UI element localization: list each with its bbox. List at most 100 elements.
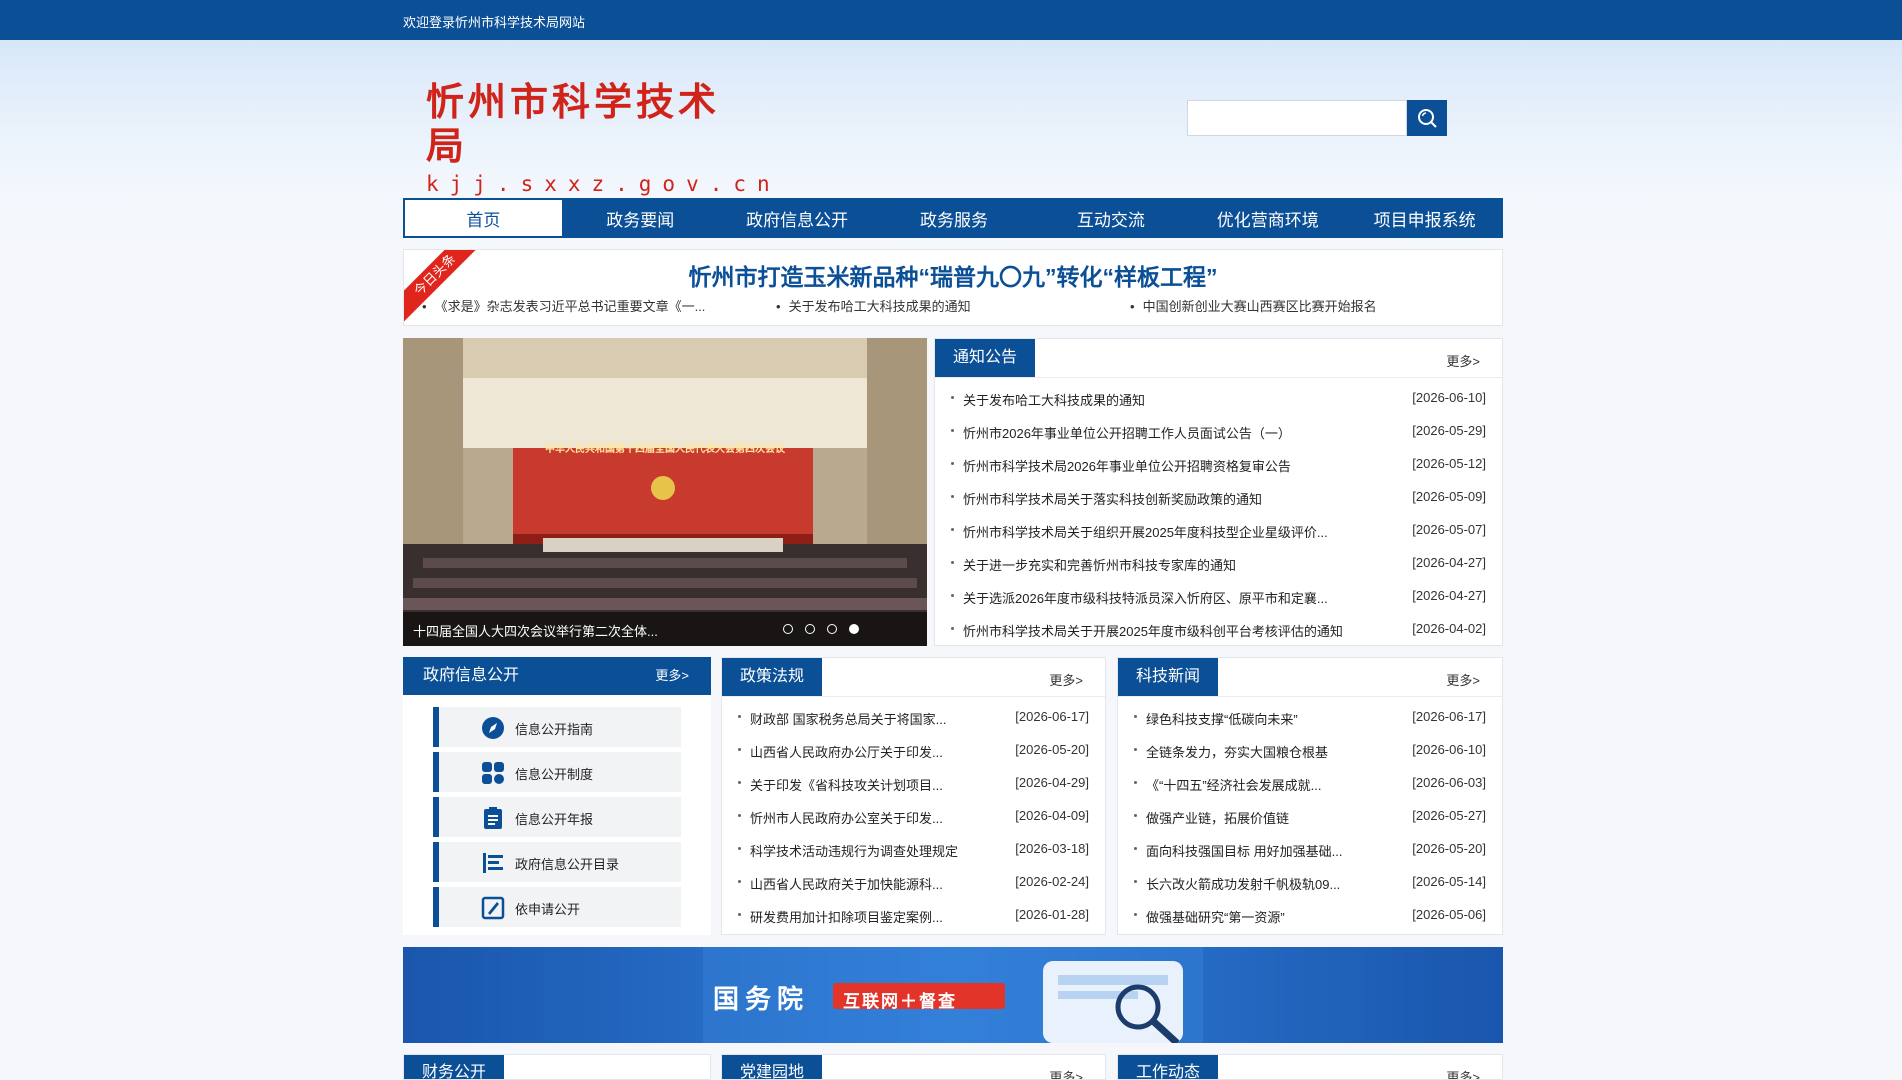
nav-gov-info[interactable]: 政府信息公开 [719,198,876,238]
tech-news-more-link[interactable]: 更多> [1446,670,1480,689]
slider-dot[interactable] [783,624,793,634]
list-item[interactable]: 财政部 国家税务总局关于将国家... [2026-06-17] [722,701,1105,734]
item-title: 做强产业链，拓展价值链 [1146,811,1290,826]
list-item[interactable]: 面向科技强国目标 用好加强基础... [2026-05-20] [1118,833,1502,866]
item-title: 财政部 国家税务总局关于将国家... [750,712,947,727]
finance-tab[interactable]: 财务公开 [404,1055,505,1079]
list-item[interactable]: 忻州市科学技术局关于组织开展2025年度科技型企业星级评价... [2026-05… [935,514,1502,547]
headline-item[interactable]: 《求是》杂志发表习近平总书记重要文章《一... [422,296,706,315]
search-button[interactable] [1407,100,1447,136]
gov-info-item[interactable]: 信息公开指南 [433,707,681,747]
gov-info-label: 政府信息公开目录 [515,857,620,872]
list-item[interactable]: 科学技术活动违规行为调查处理规定 [2026-03-18] [722,833,1105,866]
work-news-panel: 工作动态 更多> [1117,1054,1503,1080]
list-item[interactable]: 忻州市科学技术局关于落实科技创新奖励政策的通知 [2026-05-09] [935,481,1502,514]
tech-news-header: 科技新闻 更多> [1118,658,1502,697]
logo-title: 忻州市科学技术局 [426,79,721,168]
item-date: [2026-06-03] [1412,775,1486,790]
item-date: [2026-05-06] [1412,907,1486,922]
tech-news-tab[interactable]: 科技新闻 [1118,658,1219,696]
nav-interaction[interactable]: 互动交流 [1032,198,1189,238]
policy-more-link[interactable]: 更多> [1049,670,1083,689]
gov-info-label: 依申请公开 [515,902,581,917]
nav-news[interactable]: 政务要闻 [562,198,719,238]
item-date: [2026-05-07] [1412,522,1486,537]
item-title: 关于发布哈工大科技成果的通知 [963,393,1146,408]
headline-title[interactable]: 忻州市打造玉米新品种“瑞普九〇九”转化“样板工程” [404,258,1502,292]
list-item[interactable]: 忻州市科学技术局2026年事业单位公开招聘资格复审公告 [2026-05-12] [935,448,1502,481]
work-news-more-link[interactable]: 更多> [1446,1067,1480,1079]
item-title: 忻州市科学技术局关于开展2025年度市级科创平台考核评估的通知 [963,624,1343,639]
gov-supervision-banner[interactable]: 国务院 互联网＋督查 [403,947,1503,1043]
item-date: [2026-03-18] [1015,841,1089,856]
item-date: [2026-05-09] [1412,489,1486,504]
tech-news-panel: 科技新闻 更多> 绿色科技支撑“低碳向未来” [2026-06-17] 全链条发力… [1117,657,1503,935]
gov-info-label: 信息公开制度 [515,767,594,782]
item-title: 科学技术活动违规行为调查处理规定 [750,844,959,859]
policy-tab[interactable]: 政策法规 [722,658,823,696]
nav-business-env[interactable]: 优化营商环境 [1189,198,1346,238]
gov-info-item[interactable]: 信息公开年报 [433,797,681,837]
list-item[interactable]: 忻州市2026年事业单位公开招聘工作人员面试公告（一） [2026-05-29] [935,415,1502,448]
search-input[interactable] [1187,100,1407,136]
item-date: [2026-04-27] [1412,555,1486,570]
party-more-link[interactable]: 更多> [1049,1067,1083,1079]
list-item[interactable]: 研发费用加计扣除项目鉴定案例... [2026-01-28] [722,899,1105,932]
slider-caption[interactable]: 十四届全国人大四次会议举行第二次全体... [413,621,658,640]
tech-news-list: 绿色科技支撑“低碳向未来” [2026-06-17] 全链条发力，夯实大国粮仓根基… [1118,701,1502,932]
policy-panel: 政策法规 更多> 财政部 国家税务总局关于将国家... [2026-06-17] … [721,657,1106,935]
list-item[interactable]: 做强产业链，拓展价值链 [2026-05-27] [1118,800,1502,833]
list-item[interactable]: 绿色科技支撑“低碳向未来” [2026-06-17] [1118,701,1502,734]
item-title: 忻州市科学技术局2026年事业单位公开招聘资格复审公告 [963,459,1291,474]
list-item[interactable]: 关于选派2026年度市级科技特派员深入忻府区、原平市和定襄... [2026-04… [935,580,1502,613]
nav-services[interactable]: 政务服务 [876,198,1033,238]
edit-icon [481,896,505,920]
gov-info-item[interactable]: 政府信息公开目录 [433,842,681,882]
notice-more-link[interactable]: 更多> [1446,351,1480,370]
item-date: [2026-04-29] [1015,775,1089,790]
slider-dot-active[interactable] [849,624,859,634]
list-item[interactable]: 《“十四五”经济社会发展成就... [2026-06-03] [1118,767,1502,800]
gov-info-more-link[interactable]: 更多> [655,657,689,695]
list-item[interactable]: 做强基础研究“第一资源” [2026-05-06] [1118,899,1502,932]
item-date: [2026-05-20] [1015,742,1089,757]
list-item[interactable]: 山西省人民政府办公厅关于印发... [2026-05-20] [722,734,1105,767]
list-item[interactable]: 关于印发《省科技攻关计划项目... [2026-04-29] [722,767,1105,800]
item-date: [2026-02-24] [1015,874,1089,889]
list-item[interactable]: 山西省人民政府关于加快能源科... [2026-02-24] [722,866,1105,899]
item-title: 面向科技强国目标 用好加强基础... [1146,844,1343,859]
list-item[interactable]: 忻州市人民政府办公室关于印发... [2026-04-09] [722,800,1105,833]
list-item[interactable]: 忻州市科学技术局关于开展2025年度市级科创平台考核评估的通知 [2026-04-… [935,613,1502,646]
item-date: [2026-05-29] [1412,423,1486,438]
item-date: [2026-05-14] [1412,874,1486,889]
gov-info-title: 政府信息公开 [423,667,520,684]
list-item[interactable]: 关于进一步充实和完善忻州市科技专家库的通知 [2026-04-27] [935,547,1502,580]
work-news-tab[interactable]: 工作动态 [1118,1055,1219,1079]
slider-dot[interactable] [827,624,837,634]
item-title: 山西省人民政府办公厅关于印发... [750,745,943,760]
item-title: 忻州市科学技术局关于落实科技创新奖励政策的通知 [963,492,1263,507]
gov-info-item[interactable]: 依申请公开 [433,887,681,927]
item-date: [2026-04-09] [1015,808,1089,823]
headline-item[interactable]: 中国创新创业大赛山西赛区比赛开始报名 [1130,296,1377,315]
list-item[interactable]: 关于发布哈工大科技成果的通知 [2026-06-10] [935,382,1502,415]
item-title: 忻州市2026年事业单位公开招聘工作人员面试公告（一） [963,426,1291,441]
news-slider[interactable]: 中华人民共和国第十四届全国人民代表大会第四次会议 十四届全国人大四次会议举行第二… [403,338,927,646]
item-date: [2026-05-27] [1412,808,1486,823]
gov-info-item[interactable]: 信息公开制度 [433,752,681,792]
nav-home[interactable]: 首页 [405,200,562,236]
item-date: [2026-06-17] [1412,709,1486,724]
compass-icon [482,717,504,739]
site-logo[interactable]: 忻州市科学技术局 kjj.sxxz.gov.cn [426,80,770,197]
slider-dot[interactable] [805,624,815,634]
item-date: [2026-06-17] [1015,709,1089,724]
headline-item[interactable]: 关于发布哈工大科技成果的通知 [776,296,971,315]
notice-tab[interactable]: 通知公告 [935,339,1036,377]
item-date: [2026-05-12] [1412,456,1486,471]
welcome-text: 欢迎登录忻州市科学技术局网站 [403,15,586,30]
main-nav: 首页 政务要闻 政府信息公开 政务服务 互动交流 优化营商环境 项目申报系统 [403,198,1503,238]
party-tab[interactable]: 党建园地 [722,1055,823,1079]
list-item[interactable]: 全链条发力，夯实大国粮仓根基 [2026-06-10] [1118,734,1502,767]
list-item[interactable]: 长六改火箭成功发射千帆极轨09... [2026-05-14] [1118,866,1502,899]
nav-project-system[interactable]: 项目申报系统 [1346,198,1503,238]
